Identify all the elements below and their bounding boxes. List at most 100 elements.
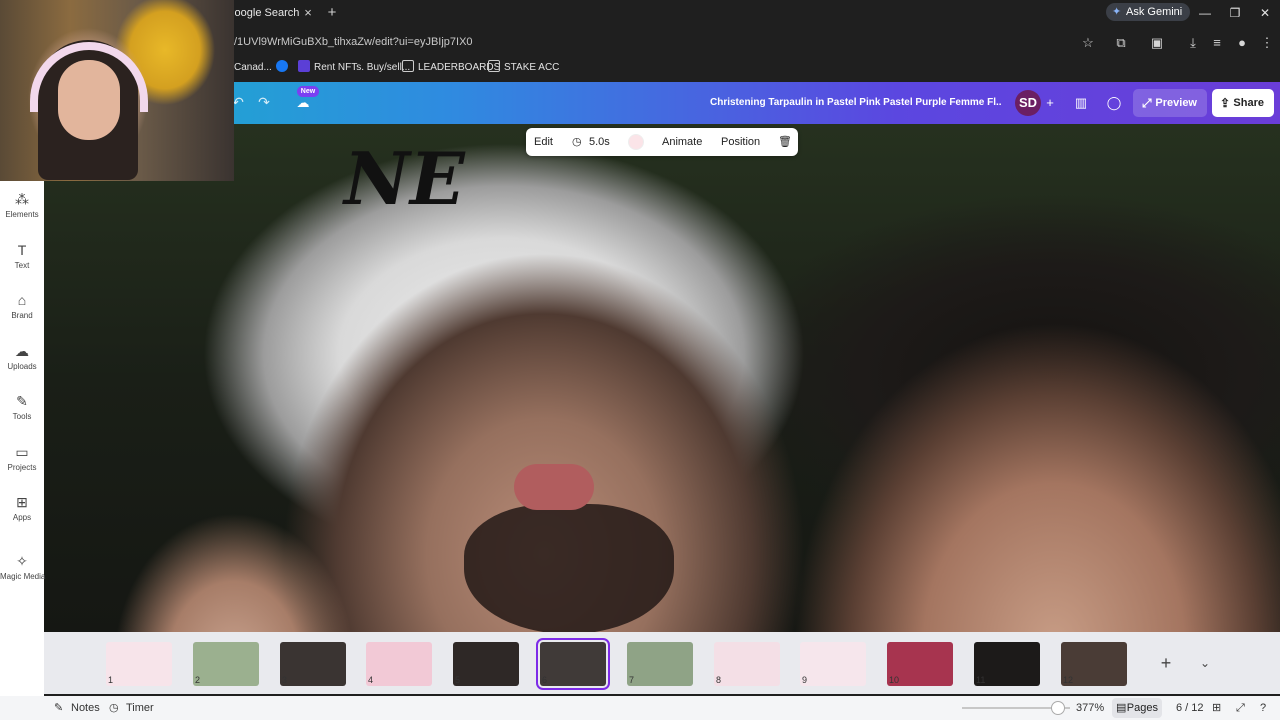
animate-button[interactable]: Animate [662, 128, 702, 156]
page-thumbnail[interactable]: 9 [800, 642, 866, 686]
editor-footer: ✎ Notes ◷ Timer 377% 6 / 12 ⊞ ⤢ ? [0, 696, 1280, 720]
webcam-overlay [0, 0, 234, 181]
page-thumbnail[interactable]: 4 [366, 642, 432, 686]
page-number: 11 [976, 675, 986, 685]
page-thumbnail[interactable]: 5 [453, 642, 519, 686]
ask-gemini-label: Ask Gemini [1126, 6, 1183, 18]
sidebar-item-magic-media[interactable]: ✧ Magic Media [0, 550, 45, 598]
sidebar-item-brand[interactable]: ⌂ Brand [0, 289, 44, 337]
page-number: 5 [455, 675, 461, 685]
photo-detail [514, 464, 594, 510]
url-field[interactable]: /1UVl9WrMiGuBXb_tihxaZw/edit?ui=eyJBIjp7… [234, 30, 1074, 54]
page-thumbnail[interactable]: 12 [1061, 642, 1127, 686]
page-number: 7 [629, 675, 635, 685]
position-button[interactable]: Position [721, 128, 760, 156]
page-number: 1 [108, 675, 114, 685]
sidebar-item-tools[interactable]: ✎ Tools [0, 390, 44, 438]
bookmark-leaderboards[interactable]: LEADERBOARDS [402, 58, 500, 78]
sidebar-item-elements[interactable]: ⁂ Elements [0, 188, 44, 236]
zoom-level[interactable]: 377% [1076, 696, 1104, 720]
trash-icon[interactable]: 🗑 [778, 128, 792, 156]
page-thumbnail[interactable]: 6 [536, 638, 610, 690]
page-number: 6 [542, 675, 548, 685]
bookmark-facebook[interactable] [276, 58, 292, 78]
notes-icon[interactable]: ✎ [54, 696, 63, 720]
bookmark-stake-acc[interactable]: STAKE ACC [488, 58, 559, 78]
photo-detail [464, 504, 674, 632]
add-collaborator-icon[interactable]: + [1037, 90, 1063, 116]
preview-button[interactable]: ⤢ Preview [1133, 89, 1207, 117]
gemini-sparkle-icon: ✦ [1112, 6, 1122, 18]
cap-logo-image: NE [344, 136, 465, 221]
document-title[interactable]: Christening Tarpaulin in Pastel Pink Pas… [710, 92, 1002, 114]
page-thumbnail[interactable]: 8 [714, 642, 780, 686]
duration-button[interactable]: 5.0s [589, 128, 610, 156]
pages-icon: ▤ [1116, 702, 1127, 714]
page-thumbnail[interactable]: 11 [974, 642, 1040, 686]
page-thumbnail[interactable]: 3 [280, 642, 346, 686]
sidebar-item-text[interactable]: T Text [0, 239, 44, 287]
sidebar-item-projects[interactable]: ▭ Projects [0, 441, 44, 489]
background-color-swatch[interactable] [628, 134, 644, 150]
tab-close-icon[interactable]: × [300, 2, 316, 24]
fullscreen-icon[interactable]: ⤢ [1236, 696, 1245, 720]
page-number: 10 [889, 675, 900, 685]
comment-icon[interactable]: ◯ [1101, 90, 1127, 116]
share-button[interactable]: ⇪ Share [1212, 89, 1274, 117]
apps-icon: ⊞ [16, 494, 28, 510]
bookmark-rent-nfts[interactable]: Rent NFTs. Buy/sell... [298, 58, 410, 78]
cast-icon[interactable]: ▣ [1146, 32, 1168, 54]
help-icon[interactable]: ? [1260, 696, 1266, 720]
page-number: 2 [195, 675, 201, 685]
grid-view-icon[interactable]: ⊞ [1212, 696, 1221, 720]
timer-button[interactable]: Timer [126, 696, 154, 720]
pages-button[interactable]: ▤ Pages [1112, 698, 1162, 718]
edit-button[interactable]: Edit [534, 128, 553, 156]
profile-icon[interactable]: ● [1231, 32, 1253, 54]
expand-icon: ⤢ [1142, 96, 1152, 110]
upload-icon: ⇪ [1220, 96, 1231, 110]
brand-icon: ⌂ [17, 292, 27, 308]
ask-gemini-button[interactable]: ✦ Ask Gemini [1106, 3, 1191, 21]
timer-icon[interactable]: ◷ [109, 696, 119, 720]
add-page-button[interactable]: + [1156, 652, 1176, 674]
redo-icon[interactable]: ↷ [254, 92, 274, 112]
download-icon[interactable]: ⤓ [1182, 32, 1204, 54]
browser-menu-icon[interactable]: ⋮ [1256, 32, 1278, 54]
media-icon[interactable]: ≡ [1206, 32, 1228, 54]
page-thumbnail[interactable]: 7 [627, 642, 693, 686]
extensions-icon[interactable]: ⧉ [1110, 32, 1132, 54]
page-thumbnail[interactable]: 1 [106, 642, 172, 686]
magic-media-icon: ✧ [16, 553, 28, 569]
chevron-down-icon[interactable]: ⌄ [1196, 652, 1214, 674]
page-thumbnail[interactable]: 2 [193, 642, 259, 686]
page-thumbnail[interactable]: 10 [887, 642, 953, 686]
new-badge: New [297, 86, 319, 97]
elements-icon: ⁂ [15, 191, 29, 207]
site-icon [298, 60, 310, 72]
folder-icon [402, 60, 414, 72]
uploads-icon: ☁ [15, 343, 29, 359]
headset-icon [30, 42, 148, 112]
page-number: 12 [1063, 675, 1074, 685]
bookmark-star-icon[interactable]: ☆ [1077, 32, 1099, 54]
tools-icon: ✎ [16, 393, 28, 409]
new-tab-icon[interactable]: + [324, 2, 340, 24]
cloud-save-icon[interactable]: ☁ [294, 96, 312, 110]
sidebar-item-uploads[interactable]: ☁ Uploads [0, 340, 44, 388]
bookmark-canad[interactable]: Canad... [234, 58, 272, 78]
notes-button[interactable]: Notes [71, 696, 100, 720]
folder-icon [488, 60, 500, 72]
sidebar-item-apps[interactable]: ⊞ Apps [0, 491, 44, 539]
restore-icon[interactable]: ❐ [1220, 2, 1250, 24]
projects-icon: ▭ [15, 444, 29, 460]
insights-chart-icon[interactable]: ▥ [1068, 90, 1094, 116]
page-number: 3 [282, 675, 288, 685]
minimize-icon[interactable]: — [1190, 2, 1220, 24]
page-number: 4 [368, 675, 374, 685]
design-canvas[interactable]: NE [44, 124, 1280, 632]
facebook-icon [276, 60, 288, 72]
zoom-slider-handle[interactable] [1051, 701, 1065, 715]
clock-icon[interactable]: ◷ [572, 128, 582, 156]
window-close-icon[interactable]: ✕ [1250, 2, 1280, 24]
